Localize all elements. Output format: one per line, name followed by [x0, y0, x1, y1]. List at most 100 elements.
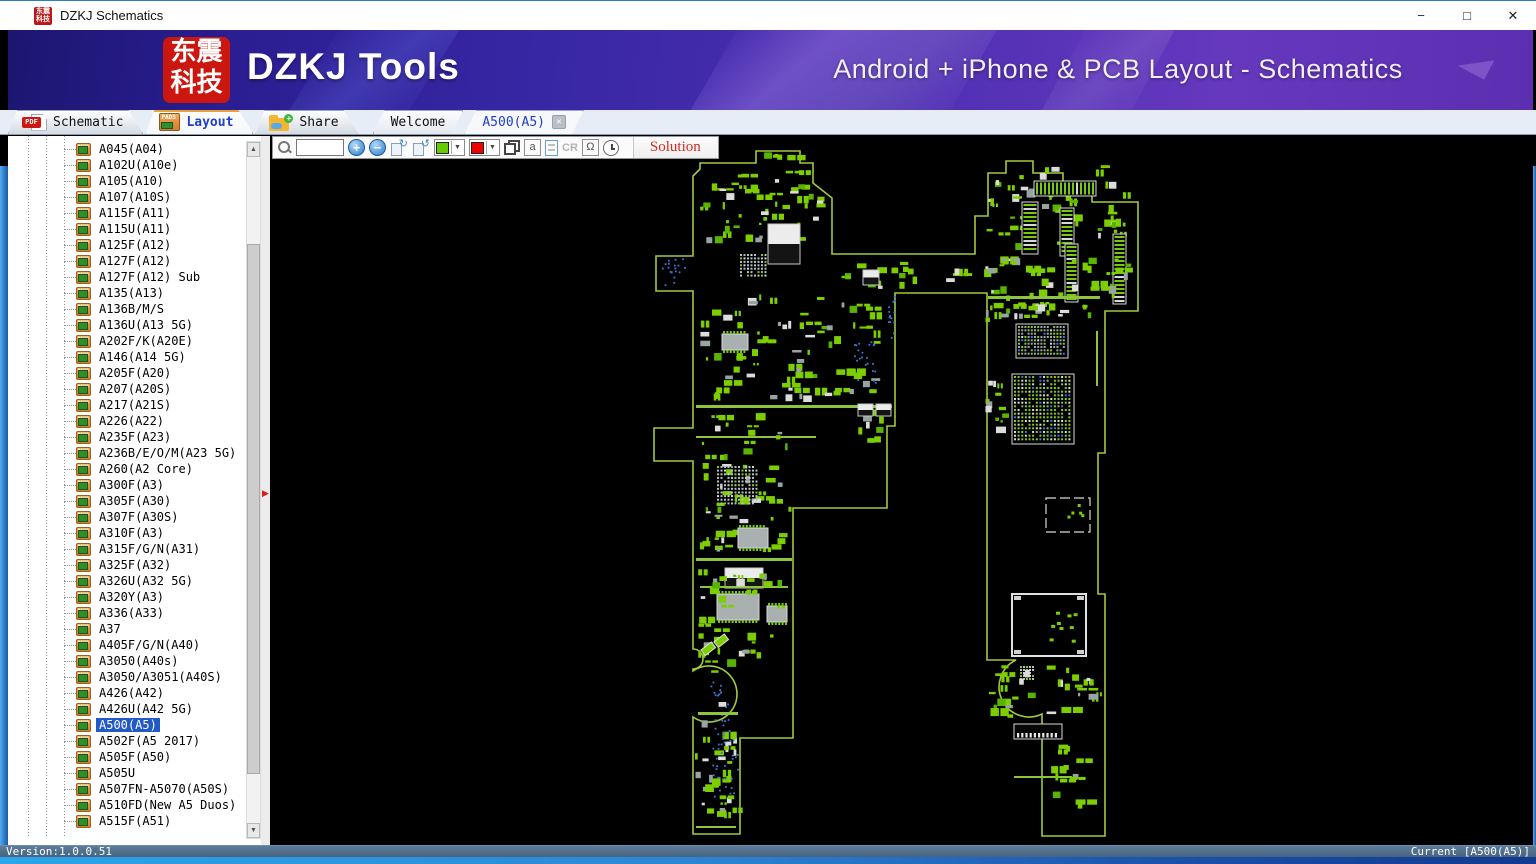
tree-item[interactable]: PADS A505U — [8, 765, 254, 781]
tree-item[interactable]: PADS A127F(A12) Sub — [8, 269, 254, 285]
bottom-layer-color-dropdown[interactable]: ▼ — [469, 139, 500, 156]
resistance-omega-icon[interactable]: Ω — [581, 139, 599, 156]
tree-item[interactable]: PADS A515F(A51) — [8, 813, 254, 829]
tree-connector — [64, 356, 76, 358]
tree-item-label: A326U(A32 5G) — [99, 574, 193, 588]
scroll-down-arrow[interactable]: ▼ — [247, 823, 260, 838]
pads-file-icon: PADS — [76, 398, 91, 412]
tree-item[interactable]: PADS A315F/G/N(A31) — [8, 541, 254, 557]
pads-file-icon: PADS — [76, 382, 91, 396]
doc-tab-a500[interactable]: A500(A5) ✕ — [464, 110, 584, 134]
rotate-right-icon[interactable] — [390, 137, 408, 156]
zoom-in-button[interactable]: + — [348, 139, 365, 156]
tree-item[interactable]: PADS A102U(A10e) — [8, 157, 254, 173]
tree-item[interactable]: PADS A217(A21S) — [8, 397, 254, 413]
close-button[interactable]: ✕ — [1490, 1, 1536, 31]
tree-item[interactable]: PADS A205F(A20) — [8, 365, 254, 381]
tree-item[interactable]: PADS A336(A33) — [8, 605, 254, 621]
app-logo-icon: 东震 科技 — [34, 6, 52, 25]
tab-schematic[interactable]: PDF Schematic — [8, 110, 143, 134]
tree-connector — [64, 484, 76, 486]
tree-item[interactable]: PADS A236B/E/O/M(A23 5G) — [8, 445, 254, 461]
zoom-out-button[interactable]: − — [369, 139, 386, 156]
tree-connector — [64, 196, 76, 198]
tree-item[interactable]: PADS A3050/A3051(A40S) — [8, 669, 254, 685]
tab-layout[interactable]: PADS Layout — [145, 110, 253, 134]
tree-item[interactable]: PADS A310F(A3) — [8, 525, 254, 541]
tree-item[interactable]: PADS A505F(A50) — [8, 749, 254, 765]
tree-item[interactable]: PADS A226(A22) — [8, 413, 254, 429]
tree-item[interactable]: PADS A507FN-A5070(A50S) — [8, 781, 254, 797]
history-clock-icon[interactable] — [602, 139, 619, 156]
app-window: 东震 科技 DZKJ Schematics − □ ✕ 东震 科技 DZKJ Too… — [0, 0, 1536, 864]
tree-item[interactable]: PADS A045(A04) — [8, 141, 254, 157]
pads-file-icon: PADS — [76, 430, 91, 444]
tree-scrollbar[interactable]: ▲ ▼ — [246, 141, 261, 839]
tree-item[interactable]: PADS A207(A20S) — [8, 381, 254, 397]
tree-item[interactable]: PADS A326U(A32 5G) — [8, 573, 254, 589]
tree-connector — [64, 804, 76, 806]
solution-button[interactable]: Solution — [632, 137, 717, 158]
scrollbar-thumb[interactable] — [247, 244, 260, 774]
banner-tagline: Android + iPhone & PCB Layout - Schemati… — [833, 54, 1403, 84]
pads-file-icon: PADS — [76, 494, 91, 508]
cr-toggle[interactable]: CR — [562, 142, 578, 154]
doc-tab-welcome[interactable]: Welcome — [373, 110, 464, 134]
tree-item[interactable]: PADS A426U(A42 5G) — [8, 701, 254, 717]
tree-item[interactable]: PADS A300F(A3) — [8, 477, 254, 493]
pads-file-icon: PADS — [76, 350, 91, 364]
list-view-icon[interactable] — [545, 139, 558, 156]
maximize-button[interactable]: □ — [1444, 1, 1490, 31]
tree-item[interactable]: PADS A307F(A30S) — [8, 509, 254, 525]
tree-item[interactable]: PADS A502F(A5 2017) — [8, 733, 254, 749]
tab-share[interactable]: + Share — [255, 110, 358, 134]
tree-item[interactable]: PADS A202F/K(A20E) — [8, 333, 254, 349]
tree-item[interactable]: PADS A127F(A12) — [8, 253, 254, 269]
dropdown-arrow-icon: ▼ — [486, 141, 498, 154]
tree-item[interactable]: PADS A107(A10S) — [8, 189, 254, 205]
tree-item[interactable]: PADS A405F/G/N(A40) — [8, 637, 254, 653]
tree-item[interactable]: PADS A305F(A30) — [8, 493, 254, 509]
pads-file-icon: PADS — [76, 462, 91, 476]
tree-item[interactable]: PADS A320Y(A3) — [8, 589, 254, 605]
tree-item[interactable]: PADS A125F(A12) — [8, 237, 254, 253]
doc-tab-label: A500(A5) — [482, 114, 545, 130]
close-tab-icon[interactable]: ✕ — [552, 115, 566, 129]
tree-item[interactable]: PADS A115U(A11) — [8, 221, 254, 237]
brand-title: DZKJ Tools — [247, 46, 460, 87]
minimize-button[interactable]: − — [1398, 1, 1444, 31]
panel-splitter[interactable]: ▶ — [261, 136, 270, 845]
rotate-left-icon[interactable] — [412, 137, 430, 156]
tree-item[interactable]: PADS A325F(A32) — [8, 557, 254, 573]
tree-item[interactable]: PADS A500(A5) — [8, 717, 254, 733]
tab-label: Share — [299, 114, 339, 130]
tree-item[interactable]: PADS A146(A14 5G) — [8, 349, 254, 365]
tree-item[interactable]: PADS A426(A42) — [8, 685, 254, 701]
tree-item[interactable]: PADS A135(A13) — [8, 285, 254, 301]
text-label-icon[interactable]: a — [524, 139, 541, 156]
tree-item[interactable]: PADS A136U(A13 5G) — [8, 317, 254, 333]
tree-item[interactable]: PADS A115F(A11) — [8, 205, 254, 221]
tree-item[interactable]: PADS A105(A10) — [8, 173, 254, 189]
tree-connector — [64, 708, 76, 710]
splitter-collapse-arrow[interactable]: ▶ — [262, 488, 269, 499]
tree-item[interactable]: PADS A136B/M/S — [8, 301, 254, 317]
tree-item[interactable]: PADS A510FD(New A5 Duos) — [8, 797, 254, 813]
tree-connector — [64, 372, 76, 374]
tree-item[interactable]: PADS A3050(A40s) — [8, 653, 254, 669]
pcb-canvas[interactable]: + − ▼ ▼ a CR Ω Solution — [270, 136, 1536, 845]
pcb-layout-drawing[interactable] — [270, 136, 1536, 845]
tree-item[interactable]: PADS A37 — [8, 621, 254, 637]
cascade-windows-icon[interactable] — [504, 140, 520, 155]
tree-item[interactable]: PADS A235F(A23) — [8, 429, 254, 445]
top-layer-color-dropdown[interactable]: ▼ — [434, 139, 465, 156]
search-input[interactable] — [296, 139, 344, 156]
pads-file-icon: PADS — [76, 622, 91, 636]
tree-connector — [64, 468, 76, 470]
pads-file-icon: PADS — [76, 526, 91, 540]
tree-item[interactable]: PADS A260(A2 Core) — [8, 461, 254, 477]
tree-item-label: A3050(A40s) — [99, 654, 179, 668]
scroll-up-arrow[interactable]: ▲ — [247, 142, 260, 157]
pads-file-icon: PADS — [76, 446, 91, 460]
tree-connector — [64, 580, 76, 582]
